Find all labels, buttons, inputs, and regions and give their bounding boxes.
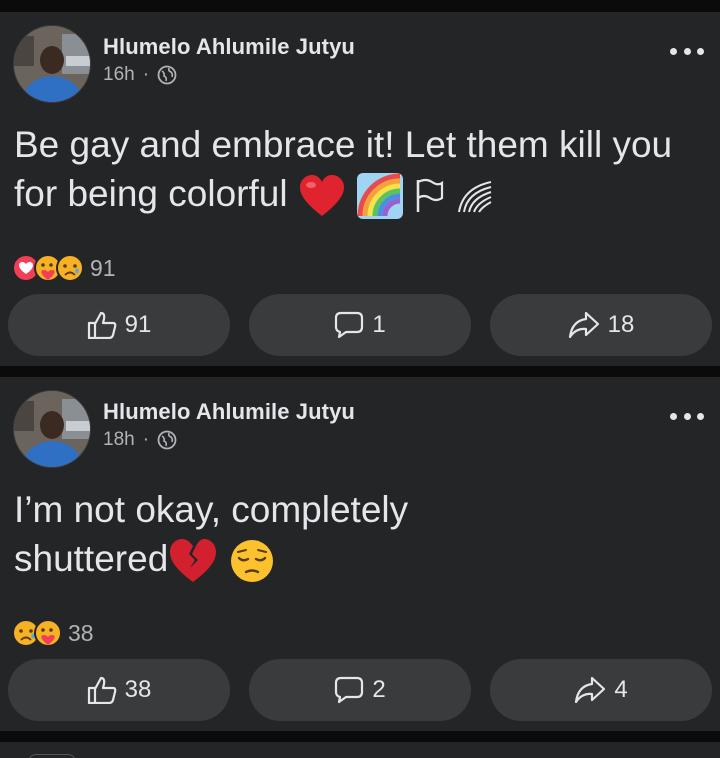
wave-emoji-icon [457,181,492,213]
share-button[interactable]: 18 [490,294,712,356]
share-button[interactable]: 4 [490,659,712,721]
more-options-button[interactable] [670,44,704,58]
care-reaction-icon [34,619,62,647]
like-button[interactable]: 91 [8,294,230,356]
comment-count: 2 [372,676,386,703]
thumbs-up-icon [87,676,116,704]
more-options-button[interactable] [670,409,704,423]
meta-separator: · [142,64,150,85]
flag-emoji-icon [417,179,444,213]
comment-button[interactable]: 2 [249,659,471,721]
share-icon [575,676,606,704]
reaction-summary[interactable]: 91 [12,254,116,282]
avatar[interactable] [28,754,76,758]
meta-separator: · [142,429,150,450]
avatar[interactable] [13,25,91,103]
reaction-count: 91 [90,254,116,281]
broken-heart-emoji-icon [170,539,217,583]
avatar[interactable] [13,390,91,468]
globe-icon [157,65,177,85]
comment-count: 1 [372,311,386,338]
red-heart-emoji-icon [299,175,344,217]
pensive-face-emoji-icon [230,540,273,583]
author-name[interactable]: Hlumelo Ahlumile Jutyu [103,34,355,60]
post-text-container: I’m not okay, completely shuttered [14,485,454,584]
rainbow-emoji-icon [357,173,404,220]
post-card: Hlumelo Ahlumile Jutyu 18h · I’m not oka… [0,377,720,731]
post-meta: 16h · [103,64,177,86]
globe-icon [157,430,177,450]
reaction-count: 38 [68,619,94,646]
post-text-container: Be gay and embrace it! Let them kill you… [14,120,704,220]
post-time[interactable]: 18h [103,429,135,451]
comment-icon [335,311,364,339]
post-time[interactable]: 16h [103,64,135,86]
share-icon [568,311,599,339]
reaction-summary[interactable]: 38 [12,619,94,647]
post-meta: 18h · [103,429,177,451]
post-actions: 38 2 4 [8,659,712,721]
comment-icon [335,676,364,704]
post-actions: 91 1 18 [8,294,712,356]
like-count: 91 [124,311,152,338]
comment-button[interactable]: 1 [249,294,471,356]
sad-reaction-icon [56,254,84,282]
post-card: Hlumelo Ahlumile Jutyu 16h · Be gay and … [0,12,720,366]
like-button[interactable]: 38 [8,659,230,721]
thumbs-up-icon [87,311,116,339]
post-card-partial [0,742,720,758]
like-count: 38 [124,676,152,703]
share-count: 18 [607,311,635,338]
author-name[interactable]: Hlumelo Ahlumile Jutyu [103,399,355,425]
share-count: 4 [614,676,628,703]
